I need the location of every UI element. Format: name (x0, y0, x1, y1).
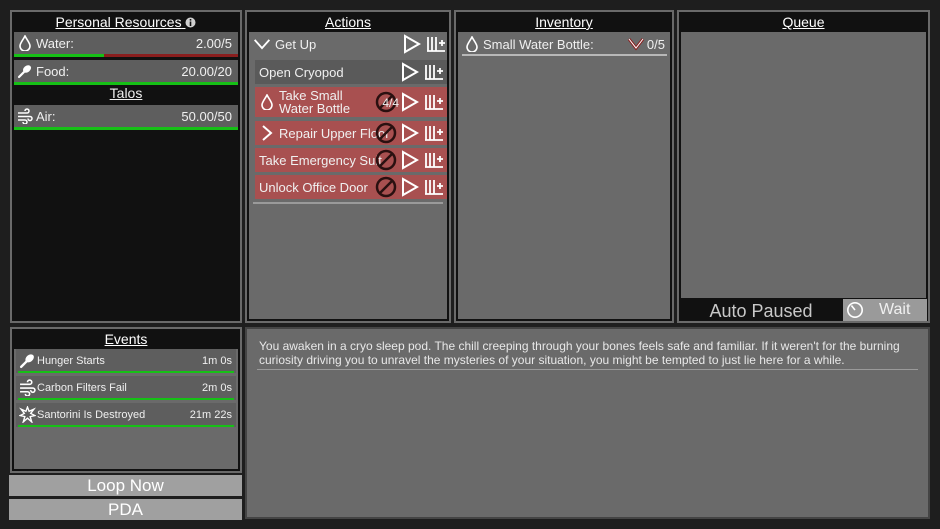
water-bar (14, 54, 238, 57)
action-group-get-up[interactable]: Get Up (249, 32, 447, 56)
event-row: Santorini Is Destroyed 21m 22s (16, 403, 236, 427)
play-icon[interactable] (401, 123, 419, 143)
clock-icon (846, 301, 864, 319)
resources-title: Personal Resources (12, 12, 240, 32)
add-to-queue-icon[interactable] (424, 150, 444, 170)
wait-button[interactable]: Wait (843, 299, 927, 321)
pda-button[interactable]: PDA (9, 499, 242, 520)
event-label: Hunger Starts (37, 355, 105, 367)
add-to-queue-icon[interactable] (426, 34, 446, 54)
play-icon[interactable] (401, 150, 419, 170)
add-to-queue-icon[interactable] (424, 92, 444, 112)
inventory-item-value: 0/5 (646, 37, 665, 52)
inventory-list: Small Water Bottle: 0/5 (458, 32, 670, 319)
event-row: Hunger Starts 1m 0s (16, 349, 236, 373)
actions-panel: Actions Get Up Open Cryopod Take Small W… (245, 10, 451, 323)
resource-value: 50.00/50 (181, 109, 232, 124)
action-count: 4/4 (382, 96, 399, 110)
water-drop-icon (466, 36, 478, 52)
queue-title: Queue (782, 14, 825, 30)
log-text: You awaken in a cryo sleep pod. The chil… (259, 339, 900, 367)
loop-now-button[interactable]: Loop Now (9, 475, 242, 496)
water-bar-fill (14, 54, 104, 57)
food-icon (17, 65, 32, 79)
inventory-item-label: Small Water Bottle: (483, 37, 594, 52)
resource-row-food: Food: 20.00/20 (14, 60, 238, 82)
action-label: Take Small Water Bottle (279, 88, 351, 116)
action-label: Open Cryopod (259, 65, 344, 80)
action-label: Repair Upper Floor (279, 126, 390, 141)
log-panel: You awaken in a cryo sleep pod. The chil… (245, 327, 930, 519)
blocked-icon (375, 176, 397, 198)
talos-title: Talos (109, 85, 143, 101)
resource-row-water: Water: 2.00/5 (14, 32, 238, 54)
queue-panel: Queue Auto Paused Wait (677, 10, 930, 323)
resource-label: Food: (36, 64, 70, 79)
event-time: 2m 0s (202, 382, 232, 394)
play-icon[interactable] (403, 34, 421, 54)
play-icon[interactable] (401, 92, 419, 112)
event-label: Santorini Is Destroyed (37, 409, 146, 421)
action-repair-upper-floor[interactable]: Repair Upper Floor (255, 121, 447, 145)
air-bar (14, 127, 238, 130)
actions-divider (253, 202, 443, 204)
resource-row-air: Air: 50.00/50 (14, 105, 238, 127)
air-icon (18, 108, 33, 124)
log-divider (257, 369, 918, 370)
action-unlock-office-door[interactable]: Unlock Office Door (255, 175, 447, 199)
event-time: 1m 0s (202, 355, 232, 367)
event-bar (18, 425, 234, 427)
add-to-queue-icon[interactable] (424, 177, 444, 197)
actions-list: Get Up Open Cryopod Take Small Water Bot… (249, 32, 447, 319)
queue-list (681, 32, 926, 298)
resource-label: Water: (36, 36, 74, 51)
event-label: Carbon Filters Fail (37, 382, 127, 394)
resource-value: 2.00/5 (195, 36, 232, 51)
blocked-icon (375, 122, 397, 144)
air-icon (20, 379, 36, 396)
blocked-icon (375, 149, 397, 171)
add-to-queue-icon[interactable] (424, 62, 444, 82)
events-panel: Events Hunger Starts 1m 0s Carbon Filter… (10, 327, 242, 473)
explosion-icon (19, 406, 36, 423)
inventory-item[interactable]: Small Water Bottle: 0/5 (462, 32, 667, 56)
actions-title: Actions (325, 14, 371, 30)
events-title: Events (104, 331, 148, 347)
event-bar (18, 398, 234, 400)
water-drop-icon (19, 35, 31, 51)
action-label: Take Emergency Suit (259, 153, 382, 168)
event-time: 21m 22s (189, 409, 232, 421)
add-to-queue-icon[interactable] (424, 123, 444, 143)
event-bar (18, 371, 234, 373)
action-open-cryopod[interactable]: Open Cryopod (255, 60, 447, 84)
inventory-panel: Inventory Small Water Bottle: 0/5 (454, 10, 674, 323)
resource-value: 20.00/20 (181, 64, 232, 79)
resources-panel: Personal Resources Water: 2.00/5 Food: 2… (10, 10, 242, 323)
play-icon[interactable] (401, 62, 419, 82)
air-bar-fill (14, 127, 238, 130)
action-label: Unlock Office Door (259, 180, 368, 195)
resource-label: Air: (36, 109, 56, 124)
action-take-emergency-suit[interactable]: Take Emergency Suit (255, 148, 447, 172)
water-drop-icon (261, 94, 273, 110)
events-list: Hunger Starts 1m 0s Carbon Filters Fail … (14, 349, 238, 469)
chevron-right-icon[interactable] (259, 125, 275, 141)
wait-label: Wait (879, 301, 911, 318)
food-icon (19, 354, 34, 369)
auto-paused-status: Auto Paused (709, 301, 813, 321)
action-take-small-water-bottle[interactable]: Take Small Water Bottle 4/4 (255, 87, 447, 117)
inventory-title: Inventory (535, 14, 593, 30)
event-row: Carbon Filters Fail 2m 0s (16, 376, 236, 400)
info-icon[interactable] (185, 17, 196, 28)
chevron-down-icon[interactable] (253, 39, 271, 50)
play-icon[interactable] (401, 177, 419, 197)
action-group-label: Get Up (275, 37, 317, 52)
resources-title-text: Personal Resources (55, 14, 182, 30)
chevron-down-icon[interactable] (627, 37, 645, 51)
